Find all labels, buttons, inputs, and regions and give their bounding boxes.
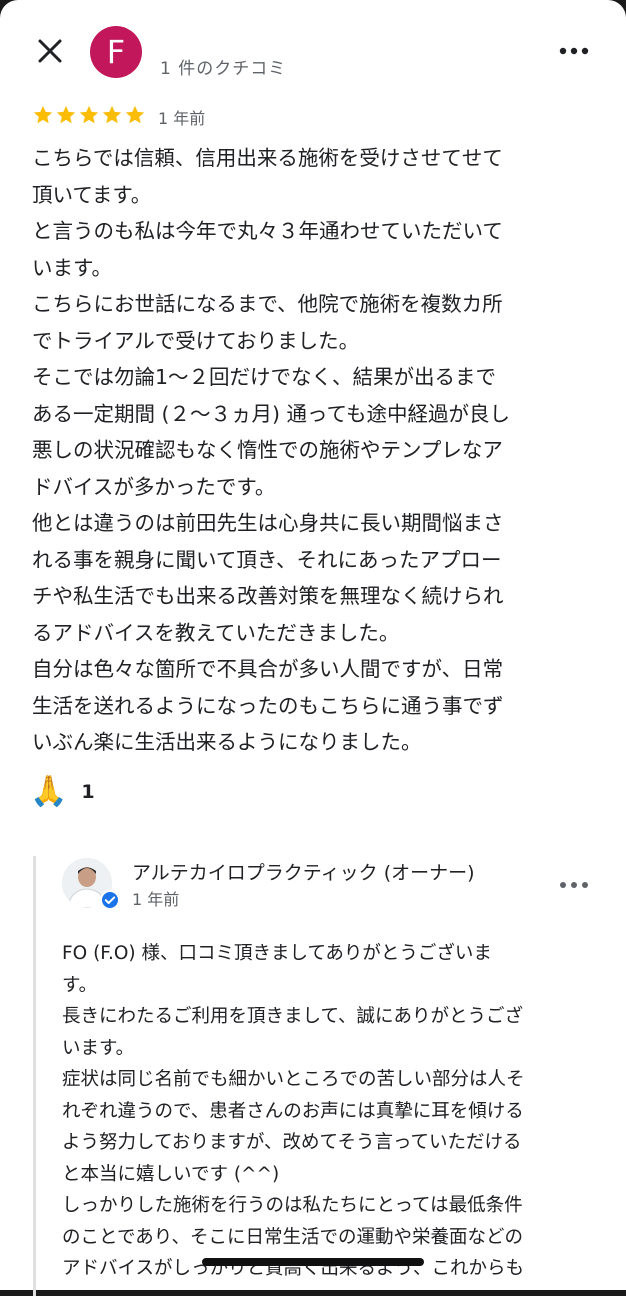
more-options-button[interactable] [556,36,592,66]
review-date: 1 年前 [158,109,206,128]
star-rating [32,104,146,130]
owner-name: アルテカイロプラクティック (オーナー) [132,862,475,884]
owner-reply-text: FO (F.O) 様、口コミ頂きましてありがとうございま す。 長きにわたるご利… [62,943,525,1279]
review-text: こちらでは信頼、信用出来る施術を受けさせてせて 頂いてます。 と言うのも私は今年… [32,146,510,754]
reaction-button[interactable]: 🙏 1 [30,772,95,812]
reaction-count: 1 [81,781,95,803]
owner-reply-date: 1 年前 [132,890,180,909]
star-icon [125,105,145,124]
reply-more-options-button[interactable] [556,872,592,898]
home-indicator[interactable] [202,1258,424,1266]
close-icon [38,39,62,63]
review-sheet: F 1 件のクチコミ 1 年前 こちらでは信頼、信用出来る施術を受けさせてせて … [0,0,626,1296]
star-icon [33,105,53,124]
star-icon [102,105,122,124]
reviewer-avatar-letter: F [106,33,126,71]
pray-hands-icon: 🙏 [30,774,68,809]
more-horizontal-icon [560,882,588,888]
verified-badge-icon [100,890,120,910]
reviewer-review-count[interactable]: 1 件のクチコミ [160,54,286,79]
reviewer-avatar[interactable]: F [90,26,142,78]
star-icon [56,105,76,124]
reply-indent-bar [33,856,36,1296]
close-button[interactable] [32,33,68,69]
star-icon [79,105,99,124]
more-horizontal-icon [559,47,589,55]
